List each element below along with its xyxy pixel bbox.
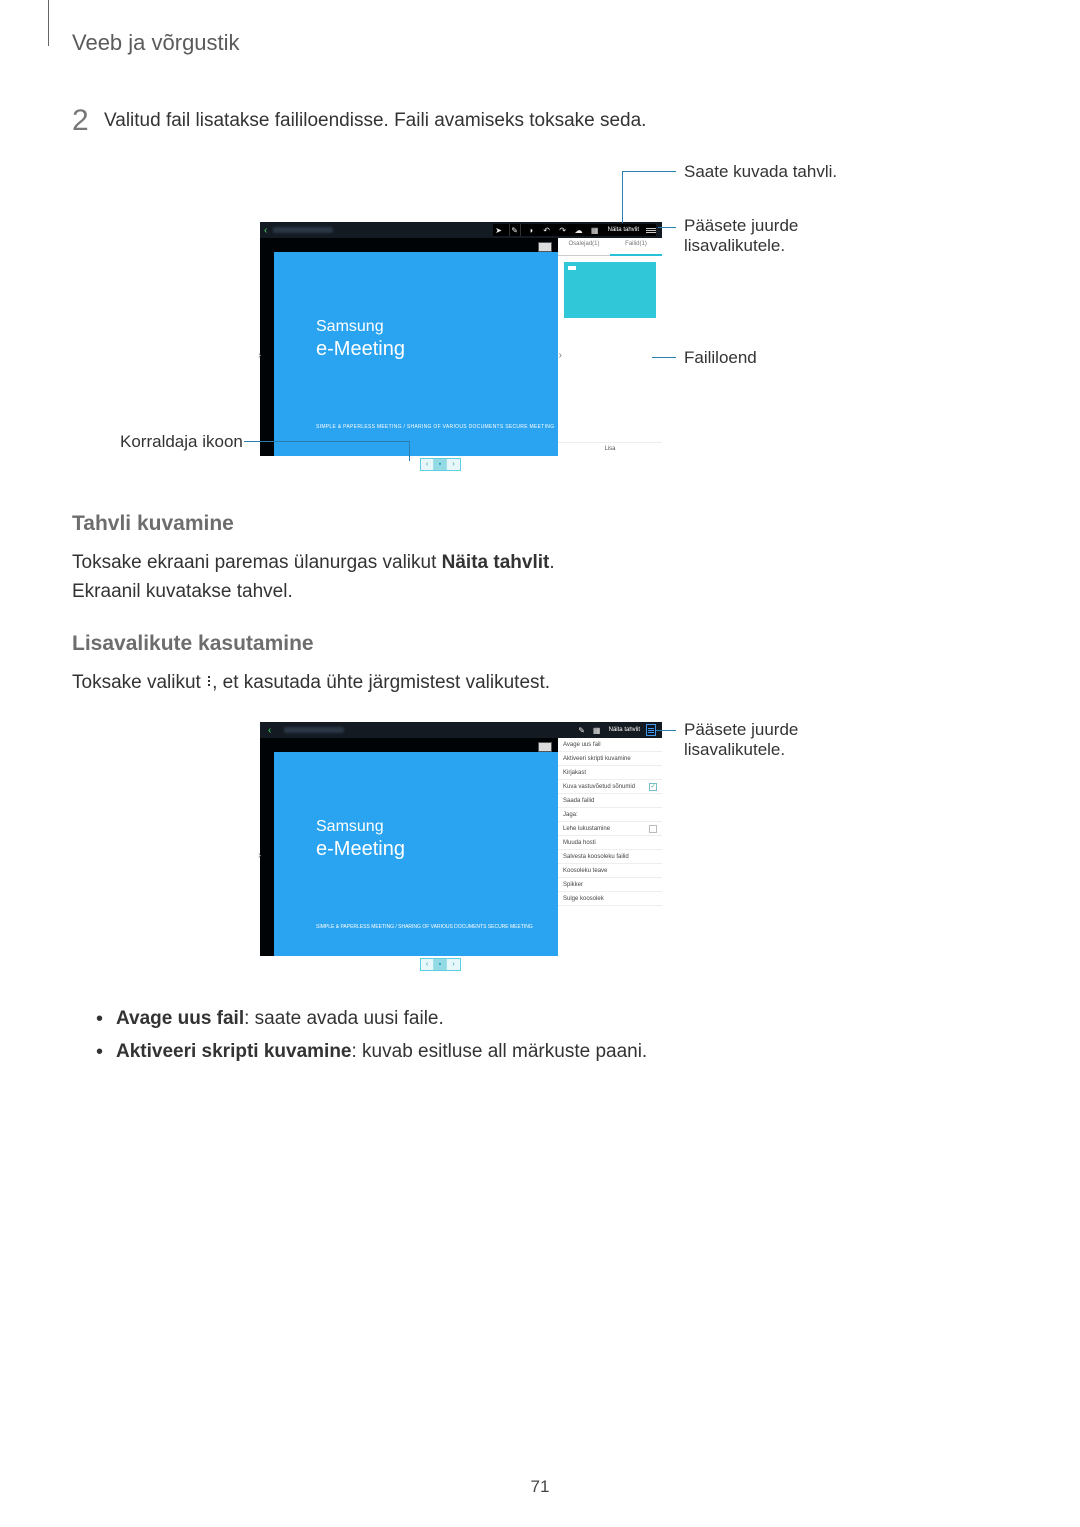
heading-options: Lisavalikute kasutamine (72, 632, 1008, 656)
chevron-left-icon[interactable]: › (258, 350, 261, 361)
check-icon: ✓ (649, 783, 657, 791)
step-text: Valitud fail lisatakse faililoendisse. F… (104, 110, 646, 132)
image-thumb-icon (538, 242, 552, 252)
toolbar: ➤ ✎ ◑ ↶ ↷ ☁ ▦ Näita tahvlit (493, 224, 656, 236)
product-text: e-Meeting (316, 838, 405, 861)
menu-mailbox[interactable]: Kirjakast (558, 766, 662, 780)
more-icon (206, 674, 212, 690)
file-list-panel: Lisa (558, 256, 662, 456)
menu-lock[interactable]: Lehe lukustamine (558, 822, 662, 836)
callout-whiteboard: Saate kuvada tahvli. (684, 162, 837, 182)
brand-text: Samsung (316, 818, 384, 836)
paragraph: Toksake ekraani paremas ülanurgas valiku… (72, 548, 1008, 577)
bullet-list: Avage uus fail: saate avada uusi faile. … (96, 1002, 1008, 1069)
pen-icon[interactable]: ✎ (576, 724, 588, 736)
paragraph: Toksake valikut , et kasutada ühte järgm… (72, 668, 1008, 697)
page-header: Veeb ja võrgustik (72, 30, 240, 56)
tab-participants[interactable]: Osalejad(1) (558, 238, 610, 256)
whiteboard-icon[interactable]: ▦ (591, 724, 603, 736)
back-icon[interactable]: ‹ (264, 225, 267, 236)
paragraph: Ekraanil kuvatakse tahvel. (72, 577, 1008, 606)
menu-script[interactable]: Aktiveeri skripti kuvamine (558, 752, 662, 766)
pen-icon[interactable]: ✎ (509, 224, 521, 236)
chevron-right-icon[interactable]: › (559, 350, 562, 361)
callout-filelist: Faililoend (684, 348, 757, 368)
menu-send-files[interactable]: Saada failid (558, 794, 662, 808)
nav-prev-icon[interactable]: ‹ (421, 959, 434, 970)
screenshot-emeeting-files: ‹ ➤ ✎ ◑ ↶ ↷ ☁ ▦ Näita tahvlit Osalejad(1… (260, 222, 662, 472)
undo-icon[interactable]: ↶ (541, 224, 553, 236)
heading-whiteboard: Tahvli kuvamine (72, 512, 1008, 536)
menu-info[interactable]: Koosoleku teave (558, 864, 662, 878)
menu-show-received[interactable]: Kuva vastuvõetud sõnumid✓ (558, 780, 662, 794)
pointer-icon[interactable]: ➤ (493, 224, 505, 236)
nav-thumb-icon[interactable]: ▪ (434, 959, 447, 970)
caption-text: SIMPLE & PAPERLESS MEETING / SHARING OF … (316, 424, 554, 430)
sync-icon[interactable]: ☁ (573, 224, 585, 236)
menu-change-host[interactable]: Muuda hosti (558, 836, 662, 850)
chevron-icon[interactable]: › (258, 850, 261, 861)
page-nav[interactable]: ‹ ▪ › (420, 958, 461, 971)
eraser-icon[interactable]: ◑ (525, 224, 537, 236)
screenshot-emeeting-menu: ‹ ✎ ▦ Näita tahvlit Avage uus fail Aktiv… (260, 722, 662, 972)
bullet-item: Avage uus fail: saate avada uusi faile. (96, 1002, 1008, 1035)
tab-files[interactable]: Failid(1) (610, 238, 662, 256)
page-number: 71 (531, 1477, 550, 1497)
image-thumb-icon (538, 742, 552, 752)
bullet-item: Aktiveeri skripti kuvamine: kuvab esitlu… (96, 1035, 1008, 1068)
show-whiteboard-label[interactable]: Näita tahvlit (605, 226, 642, 234)
nav-next-icon[interactable]: › (447, 959, 460, 970)
callout-options: Pääsete juurde lisavalikutele. (684, 216, 864, 256)
options-menu: Avage uus fail Aktiveeri skripti kuvamin… (558, 738, 662, 956)
nav-prev-icon[interactable]: ‹ (421, 459, 434, 470)
brand-text: Samsung (316, 318, 384, 336)
step-number: 2 (72, 104, 89, 138)
back-icon[interactable]: ‹ (268, 725, 271, 736)
meeting-title (273, 227, 333, 233)
callout-host: Korraldaja ikoon (120, 432, 243, 452)
checkbox-icon (649, 825, 657, 833)
menu-share[interactable]: Jaga: (558, 808, 662, 822)
nav-next-icon[interactable]: › (447, 459, 460, 470)
page-nav[interactable]: ‹ ▪ › (420, 458, 461, 471)
whiteboard-icon[interactable]: ▦ (589, 224, 601, 236)
show-whiteboard-label[interactable]: Näita tahvlit (606, 726, 643, 734)
more-icon[interactable] (646, 226, 656, 235)
menu-help[interactable]: Spikker (558, 878, 662, 892)
menu-save[interactable]: Salvesta koosoleku failid (558, 850, 662, 864)
menu-close[interactable]: Sulge koosolek (558, 892, 662, 906)
file-thumbnail[interactable] (564, 262, 656, 318)
add-button[interactable]: Lisa (558, 442, 662, 456)
caption-text: SIMPLE & PAPERLESS MEETING / SHARING OF … (316, 924, 533, 930)
more-icon[interactable] (646, 724, 656, 736)
menu-open-new[interactable]: Avage uus fail (558, 738, 662, 752)
redo-icon[interactable]: ↷ (557, 224, 569, 236)
meeting-title (284, 727, 344, 733)
product-text: e-Meeting (316, 338, 405, 361)
callout-options-2: Pääsete juurde lisavalikutele. (684, 720, 864, 760)
nav-thumb-icon[interactable]: ▪ (434, 459, 447, 470)
